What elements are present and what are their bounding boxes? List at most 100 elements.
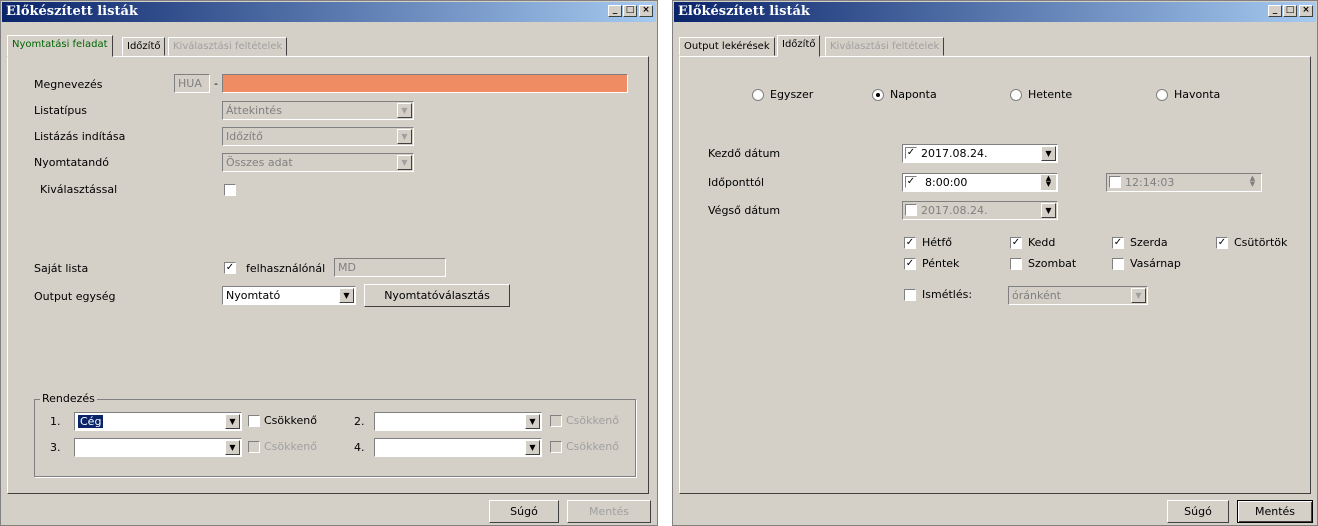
kivalasztassal-checkbox[interactable] bbox=[224, 184, 236, 196]
sugo-button[interactable]: Súgó bbox=[1167, 500, 1229, 523]
vegso-datum-checkbox[interactable] bbox=[905, 204, 917, 216]
day-szombat-label: Szombat bbox=[1028, 257, 1077, 270]
csokkeno-checkbox-2[interactable] bbox=[550, 415, 562, 427]
maximize-icon[interactable]: □ bbox=[623, 5, 637, 17]
chevron-down-icon: ▼ bbox=[397, 103, 412, 118]
radio-naponta-label: Naponta bbox=[890, 88, 937, 101]
chevron-down-icon: ▼ bbox=[525, 440, 540, 455]
megnevezes-label: Megnevezés bbox=[34, 78, 103, 91]
radio-hetente[interactable] bbox=[1010, 89, 1022, 101]
tab-output-lekeresek[interactable]: Output lekérések bbox=[679, 37, 775, 56]
rendezes-num-1: 1. bbox=[50, 415, 61, 428]
tab-kivalasztasi-feltetelek[interactable]: Kiválasztási feltételek bbox=[168, 37, 288, 56]
day-csutortok-checkbox[interactable]: ✓ bbox=[1216, 237, 1228, 249]
close-icon[interactable]: × bbox=[639, 5, 653, 17]
megnevezes-prefix-field: HUA bbox=[174, 74, 210, 93]
csokkeno-checkbox-1[interactable] bbox=[248, 415, 260, 427]
felhasznalonal-label: felhasználónál bbox=[246, 262, 326, 275]
radio-selected-dot bbox=[876, 93, 880, 97]
radio-egyszer-label: Egyszer bbox=[770, 88, 814, 101]
kezdo-datum-checkbox[interactable]: ✓ bbox=[905, 147, 917, 159]
idoponttol-checkbox[interactable]: ✓ bbox=[905, 176, 917, 188]
day-hetfo-checkbox[interactable]: ✓ bbox=[904, 237, 916, 249]
idopontig-checkbox[interactable] bbox=[1109, 176, 1121, 188]
tab-nyomtatasi-feladat[interactable]: Nyomtatási feladat bbox=[7, 35, 113, 57]
rendezes-select-3[interactable]: ▼ bbox=[74, 438, 242, 457]
csokkeno-checkbox-3[interactable] bbox=[248, 441, 260, 453]
minimize-icon[interactable]: _ bbox=[1268, 5, 1282, 17]
output-egyseg-select[interactable]: Nyomtató ▼ bbox=[222, 286, 356, 305]
chevron-down-icon: ▼ bbox=[1041, 146, 1056, 161]
day-vasarnap-label: Vasárnap bbox=[1130, 257, 1181, 270]
minimize-icon[interactable]: _ bbox=[608, 5, 622, 17]
nyomtatando-select[interactable]: Összes adat ▼ bbox=[222, 153, 414, 172]
felhasznalonal-checkbox[interactable]: ✓ bbox=[224, 262, 236, 274]
vegso-datum-picker[interactable]: 2017.08.24. ▼ bbox=[902, 201, 1058, 220]
csokkeno-label-4: Csökkenő bbox=[566, 440, 619, 453]
rendezes-select-4[interactable]: ▼ bbox=[374, 438, 542, 457]
right-window-title: Előkészített listák bbox=[678, 4, 810, 19]
day-vasarnap-checkbox[interactable] bbox=[1112, 258, 1124, 270]
day-kedd-checkbox[interactable]: ✓ bbox=[1010, 237, 1022, 249]
spinner-icon[interactable]: ▲ ▼ bbox=[1245, 175, 1260, 190]
csokkeno-label-2: Csökkenő bbox=[566, 414, 619, 427]
day-szerda-checkbox[interactable]: ✓ bbox=[1112, 237, 1124, 249]
left-titlebar: Előkészített listák _ □ × bbox=[2, 2, 656, 22]
chevron-down-icon: ▼ bbox=[225, 414, 240, 429]
vegso-datum-label: Végső dátum bbox=[708, 204, 781, 217]
mentes-button[interactable]: Mentés bbox=[1237, 500, 1313, 523]
ismetles-checkbox[interactable] bbox=[904, 289, 916, 301]
tab-idozito[interactable]: Időzítő bbox=[777, 35, 821, 57]
idoponttol-picker[interactable]: ✓ 8:00:00 ▲ ▼ bbox=[902, 173, 1058, 192]
day-szombat-checkbox[interactable] bbox=[1010, 258, 1022, 270]
radio-hetente-label: Hetente bbox=[1028, 88, 1073, 101]
day-pentek-checkbox[interactable]: ✓ bbox=[904, 258, 916, 270]
output-egyseg-value: Nyomtató bbox=[226, 289, 281, 302]
rendezes-select-2[interactable]: ▼ bbox=[374, 412, 542, 431]
day-szerda-label: Szerda bbox=[1130, 236, 1168, 249]
mentes-button[interactable]: Mentés bbox=[567, 500, 651, 523]
chevron-down-icon: ▼ bbox=[397, 155, 412, 170]
listatipus-value: Áttekintés bbox=[226, 104, 282, 117]
kezdo-datum-value: 2017.08.24. bbox=[921, 147, 988, 160]
felhasznalonal-field: MD bbox=[334, 258, 446, 277]
radio-havonta[interactable] bbox=[1156, 89, 1168, 101]
spinner-icon[interactable]: ▲ ▼ bbox=[1041, 175, 1056, 190]
right-titlebar: Előkészített listák _ □ × bbox=[674, 2, 1316, 22]
radio-naponta[interactable] bbox=[872, 89, 884, 101]
listatipus-select[interactable]: Áttekintés ▼ bbox=[222, 101, 414, 120]
idoponttol-value: 8:00:00 bbox=[925, 176, 968, 189]
tab-idozito[interactable]: Időzítő bbox=[122, 37, 166, 56]
idopontig-picker[interactable]: 12:14:03 ▲ ▼ bbox=[1106, 173, 1262, 192]
kezdo-datum-picker[interactable]: ✓ 2017.08.24. ▼ bbox=[902, 144, 1058, 163]
csokkeno-label-1: Csökkenő bbox=[264, 414, 317, 427]
rendezes-num-2: 2. bbox=[354, 415, 365, 428]
csokkeno-checkbox-4[interactable] bbox=[550, 441, 562, 453]
nyomtatando-value: Összes adat bbox=[226, 156, 293, 169]
left-window: Előkészített listák _ □ × Nyomtatási fel… bbox=[0, 0, 658, 526]
idopontig-value: 12:14:03 bbox=[1125, 176, 1175, 189]
maximize-icon[interactable]: □ bbox=[1283, 5, 1297, 17]
chevron-down-icon: ▼ bbox=[339, 288, 354, 303]
nyomtatovalasztas-button[interactable]: Nyomtatóválasztás bbox=[364, 284, 510, 307]
listazas-select[interactable]: Időzítő ▼ bbox=[222, 127, 414, 146]
rendezes-select-1[interactable]: Cég ▼ bbox=[74, 412, 242, 431]
close-icon[interactable]: × bbox=[1299, 5, 1313, 17]
radio-havonta-label: Havonta bbox=[1174, 88, 1221, 101]
megnevezes-input[interactable] bbox=[222, 74, 628, 93]
listazas-label: Listázás indítása bbox=[34, 130, 126, 143]
right-window: Előkészített listák _ □ × Output lekérés… bbox=[672, 0, 1318, 526]
day-pentek-label: Péntek bbox=[922, 257, 960, 270]
radio-egyszer[interactable] bbox=[752, 89, 764, 101]
tab-kivalasztasi-feltetelek[interactable]: Kiválasztási feltételek bbox=[825, 37, 945, 56]
output-egyseg-label: Output egység bbox=[34, 290, 116, 303]
sugo-button[interactable]: Súgó bbox=[489, 500, 559, 523]
rendezes-label: Rendezés bbox=[40, 392, 97, 405]
csokkeno-label-3: Csökkenő bbox=[264, 440, 317, 453]
ismetles-value: óránként bbox=[1012, 289, 1061, 302]
chevron-down-icon: ▼ bbox=[225, 440, 240, 455]
day-kedd-label: Kedd bbox=[1028, 236, 1056, 249]
left-tab-panel: Megnevezés HUA - Listatípus Áttekintés ▼… bbox=[7, 56, 649, 494]
ismetles-select[interactable]: óránként ▼ bbox=[1008, 286, 1148, 305]
ismetles-label: Ismétlés: bbox=[922, 288, 973, 301]
